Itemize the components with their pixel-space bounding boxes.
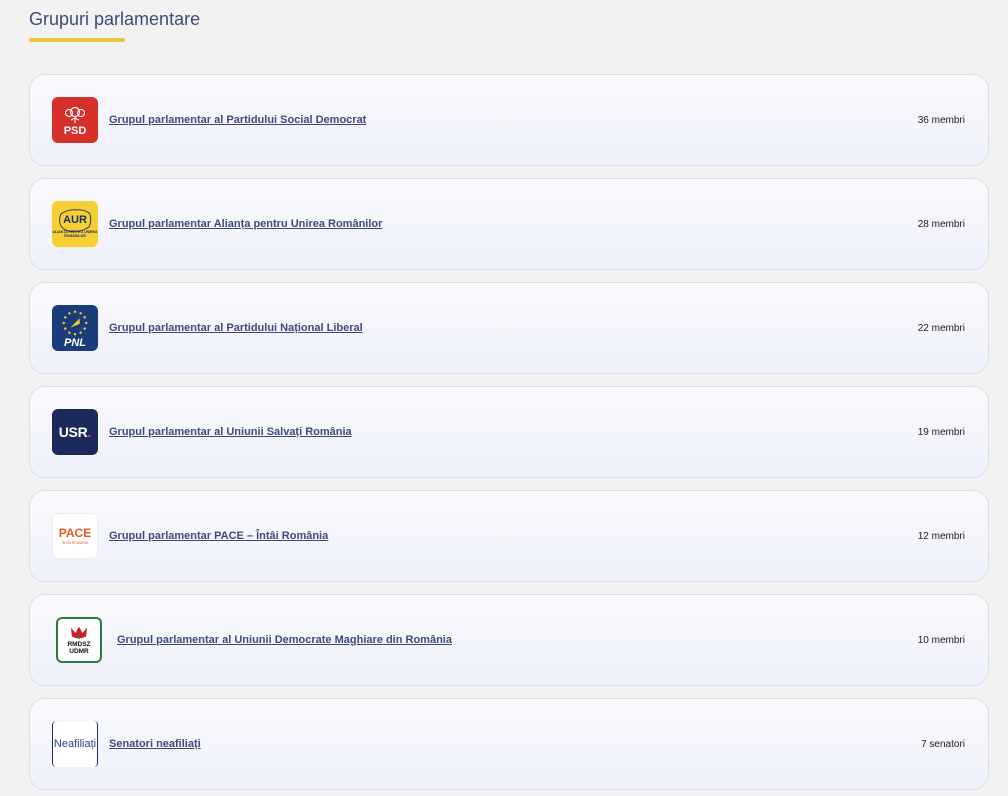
psd-logo-text: PSD (63, 124, 87, 137)
group-link[interactable]: Grupul parlamentar Alianța pentru Unirea… (109, 218, 918, 230)
neafiliati-logo-text: Neafiliați (53, 738, 97, 750)
pace-logo-text: PACE (58, 526, 92, 540)
member-count: 22 membri (917, 322, 965, 334)
rose-icon (64, 106, 86, 123)
pace-logo: PACE ÎNTÂI ROMÂNIA (52, 513, 98, 559)
group-link[interactable]: Senatori neafiliați (109, 738, 921, 750)
usr-logo: USR. (52, 409, 98, 455)
udmr-logo: RMDSZ UDMR (56, 617, 102, 663)
member-count: 7 senatori (921, 738, 965, 750)
group-link[interactable]: Grupul parlamentar al Partidului Social … (109, 114, 918, 126)
eu-stars-icon (62, 310, 88, 336)
aur-logo-subtext: ALIANȚA PENTRU UNIREA ROMÂNILOR (52, 229, 98, 238)
member-count: 19 membri (917, 426, 965, 438)
aur-logo: AUR ALIANȚA PENTRU UNIREA ROMÂNILOR (52, 201, 98, 247)
group-card-aur[interactable]: AUR ALIANȚA PENTRU UNIREA ROMÂNILOR Grup… (29, 178, 989, 270)
aur-logo-text: AUR (63, 213, 87, 226)
pace-logo-subtext: ÎNTÂI ROMÂNIA (61, 541, 89, 545)
pnl-logo-text: PNL (64, 337, 86, 349)
group-card-pnl[interactable]: PNL Grupul parlamentar al Partidului Naț… (29, 282, 989, 374)
group-link[interactable]: Grupul parlamentar al Uniunii Salvați Ro… (109, 426, 918, 438)
group-card-usr[interactable]: USR. Grupul parlamentar al Uniunii Salva… (29, 386, 989, 478)
group-card-psd[interactable]: PSD Grupul parlamentar al Partidului Soc… (29, 74, 989, 166)
group-link[interactable]: Grupul parlamentar PACE – Întâi România (109, 530, 918, 542)
group-card-neafiliati[interactable]: Neafiliați Senatori neafiliați 7 senator… (29, 698, 989, 790)
group-link[interactable]: Grupul parlamentar al Partidului Naționa… (109, 322, 918, 334)
groups-list: PSD Grupul parlamentar al Partidului Soc… (29, 74, 989, 796)
udmr-logo-text: RMDSZ UDMR (67, 641, 91, 655)
group-card-pace[interactable]: PACE ÎNTÂI ROMÂNIA Grupul parlamentar PA… (29, 490, 989, 582)
psd-logo: PSD (52, 97, 98, 143)
member-count: 36 membri (917, 114, 965, 126)
pnl-logo: PNL (52, 305, 98, 351)
member-count: 10 membri (917, 634, 965, 646)
member-count: 12 membri (917, 530, 965, 542)
usr-logo-text: USR (58, 424, 88, 440)
neafiliati-logo: Neafiliați (52, 721, 98, 767)
tulip-icon (71, 626, 87, 640)
member-count: 28 membri (917, 218, 965, 230)
page: Grupuri parlamentare PSD Grupul parlamen… (0, 0, 1008, 796)
page-title: Grupuri parlamentare (29, 9, 201, 29)
group-card-udmr[interactable]: RMDSZ UDMR Grupul parlamentar al Uniunii… (29, 594, 989, 686)
usr-logo-dot: . (87, 424, 92, 440)
group-link[interactable]: Grupul parlamentar al Uniunii Democrate … (117, 634, 918, 646)
title-underline (29, 38, 125, 42)
